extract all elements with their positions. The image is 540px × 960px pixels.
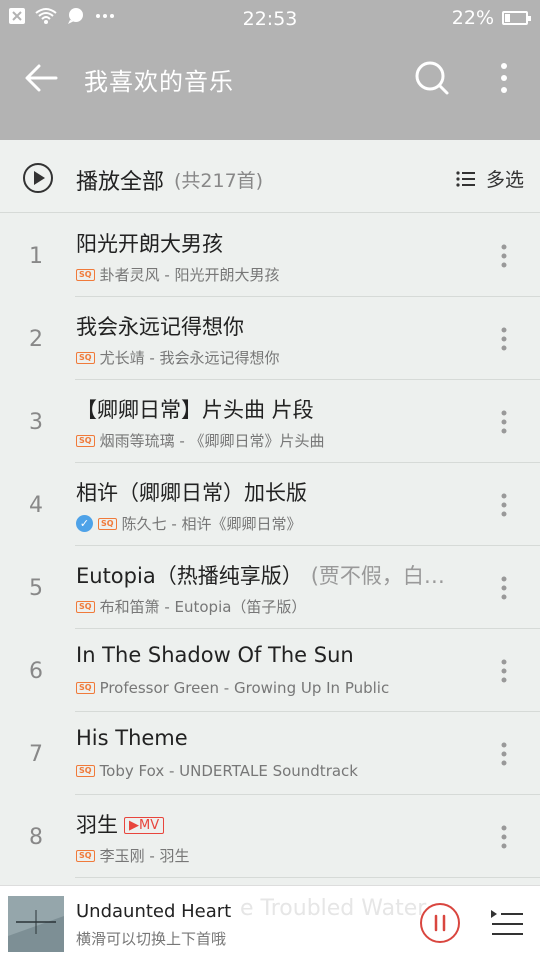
- song-number: 5: [29, 576, 43, 601]
- song-meta: SQ Professor Green - Growing Up In Public: [76, 679, 389, 697]
- sq-badge: SQ: [76, 682, 95, 694]
- battery-percent: 22%: [451, 7, 494, 29]
- next-song-ghost: e Troubled Water: [240, 896, 427, 921]
- more-options-icon[interactable]: [494, 490, 514, 520]
- song-title: 阳光开朗大男孩: [76, 232, 223, 256]
- app-header: 我喜欢的音乐: [0, 40, 540, 140]
- song-title: Eutopia（热播纯享版） (贾不假，白…: [76, 564, 445, 588]
- page-title: 我喜欢的音乐: [84, 68, 234, 96]
- more-options-icon[interactable]: [494, 573, 514, 603]
- sq-badge: SQ: [98, 517, 117, 530]
- song-title: 相许（卿卿日常）加长版: [76, 481, 307, 505]
- play-all-bar: 播放全部 (共217首) 多选: [0, 140, 540, 213]
- mv-badge[interactable]: ▶MV: [124, 817, 165, 834]
- song-title: 羽生 ▶MV: [76, 809, 165, 839]
- song-row[interactable]: 8 羽生 ▶MV SQ 李玉刚 - 羽生: [0, 795, 540, 878]
- list-icon: [456, 170, 475, 187]
- song-row[interactable]: 3 【卿卿日常】片头曲 片段 SQ 烟雨等琉璃 - 《卿卿日常》片头曲: [0, 380, 540, 463]
- song-number: 7: [29, 742, 43, 767]
- song-meta: SQ 李玉刚 - 羽生: [76, 845, 190, 866]
- song-list: 1 阳光开朗大男孩 SQ 卦者灵风 - 阳光开朗大男孩 2 我会永远记得想你 SQ…: [0, 214, 540, 878]
- sq-badge: SQ: [76, 600, 95, 613]
- more-options-icon[interactable]: [494, 324, 514, 354]
- arrow-left-icon[interactable]: [22, 58, 62, 98]
- song-count: (共217首): [174, 170, 264, 192]
- more-options-icon[interactable]: [494, 241, 514, 271]
- song-row[interactable]: 1 阳光开朗大男孩 SQ 卦者灵风 - 阳光开朗大男孩: [0, 214, 540, 297]
- song-number: 1: [29, 244, 43, 269]
- song-number: 4: [29, 493, 43, 518]
- more-options-icon[interactable]: [494, 656, 514, 686]
- song-title: In The Shadow Of The Sun: [76, 643, 354, 667]
- song-meta: SQ 卦者灵风 - 阳光开朗大男孩: [76, 264, 280, 285]
- mini-player[interactable]: e Troubled Water Undaunted Heart 横滑可以切换上…: [0, 885, 540, 960]
- song-number: 2: [29, 327, 43, 352]
- song-title-extra: (贾不假，白…: [310, 564, 445, 588]
- multi-select-label: 多选: [485, 169, 524, 191]
- song-row[interactable]: 2 我会永远记得想你 SQ 尤长靖 - 我会永远记得想你: [0, 297, 540, 380]
- swipe-hint: 横滑可以切换上下首哦: [76, 930, 227, 948]
- song-title: 【卿卿日常】片头曲 片段: [76, 398, 314, 422]
- song-row[interactable]: 6 In The Shadow Of The Sun SQ Professor G…: [0, 629, 540, 712]
- song-title: His Theme: [76, 726, 188, 750]
- more-options-icon[interactable]: [494, 739, 514, 769]
- album-cover[interactable]: [8, 896, 64, 952]
- song-row[interactable]: 7 His Theme SQ Toby Fox - UNDERTALE Sound…: [0, 712, 540, 795]
- status-bar: 22:53 22%: [0, 0, 540, 40]
- pause-icon[interactable]: [419, 902, 461, 944]
- battery-icon: [502, 11, 531, 25]
- song-row[interactable]: 5 Eutopia（热播纯享版） (贾不假，白… SQ 布和笛箫 - Eutopia…: [0, 546, 540, 629]
- sq-badge: SQ: [76, 351, 95, 364]
- verified-check-icon: ✓: [76, 515, 93, 532]
- song-number: 3: [29, 410, 43, 435]
- song-number: 6: [29, 659, 43, 684]
- song-meta: SQ 烟雨等琉璃 - 《卿卿日常》片头曲: [76, 430, 325, 451]
- search-icon[interactable]: [412, 58, 452, 98]
- more-options-icon[interactable]: [494, 822, 514, 852]
- song-meta: SQ 布和笛箫 - Eutopia（笛子版）: [76, 596, 306, 617]
- playlist-queue-icon[interactable]: [490, 908, 524, 938]
- song-title: 我会永远记得想你: [76, 315, 244, 339]
- play-all-button[interactable]: 播放全部: [76, 164, 164, 196]
- multi-select-button[interactable]: 多选: [456, 165, 524, 192]
- song-meta: SQ 尤长靖 - 我会永远记得想你: [76, 347, 280, 368]
- sq-badge: SQ: [76, 765, 95, 777]
- song-row[interactable]: 4 相许（卿卿日常）加长版 ✓ SQ 陈久七 - 相许《卿卿日常》: [0, 463, 540, 546]
- play-circle-icon[interactable]: [22, 162, 54, 194]
- song-number: 8: [29, 825, 43, 850]
- sq-badge: SQ: [76, 849, 95, 862]
- now-playing-title: Undaunted Heart: [76, 901, 232, 922]
- song-meta: SQ Toby Fox - UNDERTALE Soundtrack: [76, 762, 358, 780]
- more-options-icon[interactable]: [494, 407, 514, 437]
- song-meta: ✓ SQ 陈久七 - 相许《卿卿日常》: [76, 513, 302, 534]
- vertical-dots-icon[interactable]: [490, 58, 518, 98]
- battery-status: 22%: [451, 7, 531, 29]
- sq-badge: SQ: [76, 268, 95, 281]
- sq-badge: SQ: [76, 434, 95, 447]
